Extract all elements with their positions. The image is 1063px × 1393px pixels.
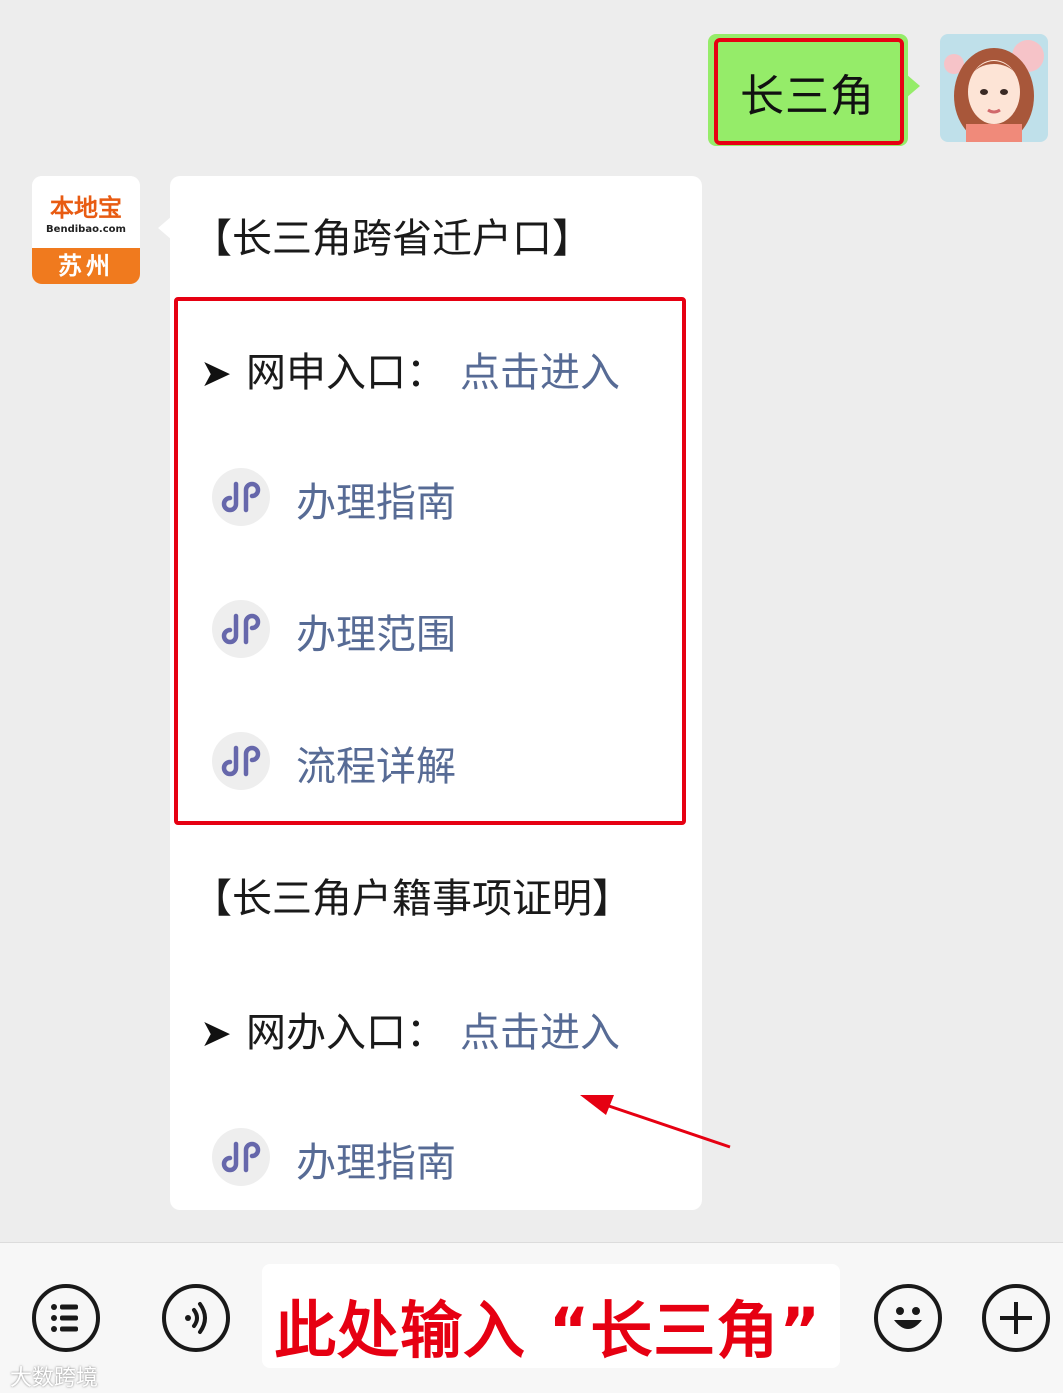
section-title-hukou-certificate: 【长三角户籍事项证明】 xyxy=(192,876,632,922)
annotation-arrow-icon xyxy=(580,1095,731,1149)
watermark: 大数跨境 xyxy=(10,1366,99,1391)
logo-subtext: Bendibao.com xyxy=(46,224,126,235)
list-icon xyxy=(51,1304,78,1332)
mini-program-link-icon xyxy=(212,1128,270,1186)
user-avatar-image xyxy=(940,34,1048,142)
plus-button[interactable] xyxy=(982,1284,1050,1352)
chat-area: 长三角 本地宝 Bendibao.com 苏州 【长三角跨省迁户口】 ➤ 网申入口… xyxy=(0,0,1063,1242)
section-title-hukou-transfer: 【长三角跨省迁户口】 xyxy=(192,216,592,262)
arrow-icon: ➤ xyxy=(200,1011,232,1055)
outgoing-message-text: 长三角 xyxy=(740,71,875,122)
user-avatar[interactable] xyxy=(940,34,1048,142)
highlight-box-section xyxy=(174,297,686,825)
online-service-entry-row: ➤ 网办入口： 点击进入 xyxy=(200,1000,620,1058)
emoji-button[interactable] xyxy=(874,1284,942,1352)
voice-icon xyxy=(185,1302,207,1334)
online-service-entry-label: 网办入口： xyxy=(246,1010,446,1056)
online-service-entry-link[interactable]: 点击进入 xyxy=(460,1010,620,1056)
voice-button[interactable] xyxy=(162,1284,230,1352)
logo-text: 本地宝 xyxy=(50,194,122,222)
bot-avatar[interactable]: 本地宝 Bendibao.com 苏州 xyxy=(32,176,140,284)
logo-city: 苏州 xyxy=(32,248,140,284)
plus-icon xyxy=(1000,1302,1032,1334)
mini-program-link-label: 办理指南 xyxy=(296,1140,456,1186)
menu-button[interactable] xyxy=(32,1284,100,1352)
emoji-icon xyxy=(894,1307,922,1329)
message-input-text: 此处输入 “长三角” xyxy=(274,1294,822,1367)
